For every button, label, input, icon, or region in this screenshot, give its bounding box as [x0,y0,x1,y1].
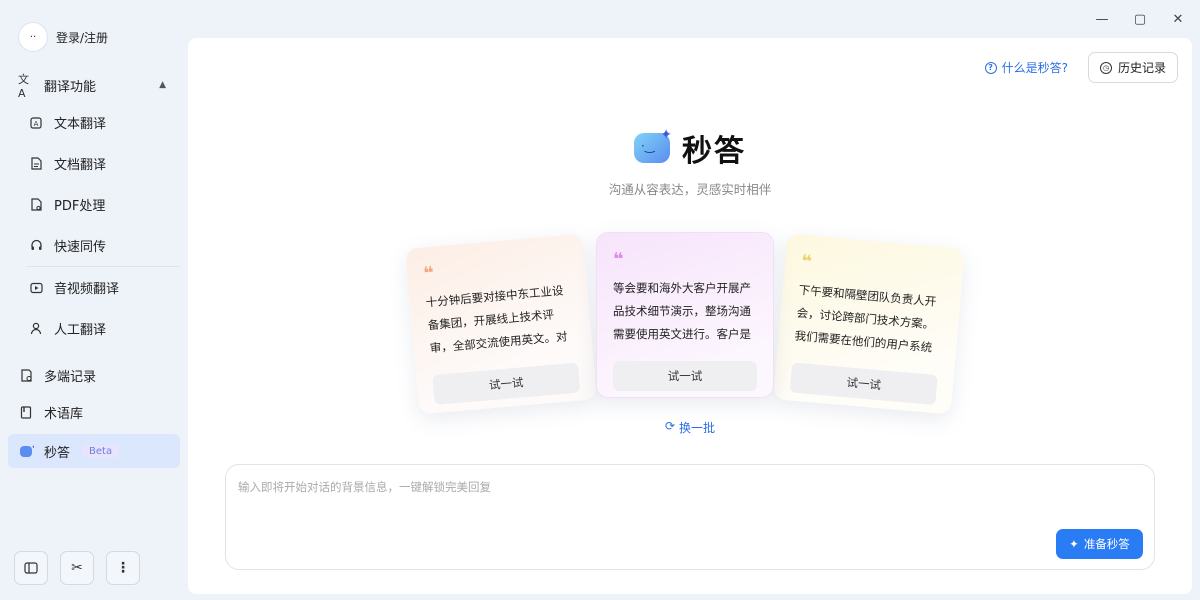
quote-icon: ❝ [422,262,435,285]
headset-icon [28,238,44,254]
refresh-label: 换一批 [679,421,716,435]
maximize-button[interactable]: ▢ [1128,8,1152,30]
try-button[interactable]: 试一试 [613,361,757,391]
sidebar-item-label: 术语库 [44,407,84,422]
hero: 秒答 [188,126,1192,170]
sidebar-item-label: 文本翻译 [54,117,107,132]
top-actions: ? 什么是秒答? ◷ 历史记录 [984,52,1178,83]
sidebar: ·· 登录/注册 文A 翻译功能 ▲ A 文本翻译 文档翻译 PDF处理 快速同… [0,0,188,600]
person-icon [28,321,44,337]
sidebar-item-label: 快速同传 [54,240,107,255]
caret-up-icon[interactable]: ▲ [159,80,166,90]
login-register[interactable]: ·· 登录/注册 [18,22,108,52]
scenario-text: 下午要和隔壁团队负责人开会，讨论跨部门技术方案。我们需要在他们的用户系统基… [793,282,937,364]
sidebar-item-glossary[interactable]: 术语库 [8,394,180,431]
svg-text:A: A [34,120,39,128]
minimize-button[interactable]: — [1090,8,1114,30]
translate-icon: 文A [18,72,29,100]
sidebar-item-simultaneous[interactable]: 快速同传 [8,225,180,266]
sidebar-nav: 文A 翻译功能 ▲ A 文本翻译 文档翻译 PDF处理 快速同传 音视频翻译 人… [8,68,180,468]
quote-icon: ❝ [613,249,624,270]
history-label: 历史记录 [1117,61,1166,75]
main-panel: ? 什么是秒答? ◷ 历史记录 秒答 沟通从容表达，灵感实时相伴 ❝ 十分钟后要… [188,38,1192,594]
text-translate-icon: A [28,115,44,131]
try-button[interactable]: 试一试 [789,362,938,406]
history-button[interactable]: ◷ 历史记录 [1087,52,1178,83]
page-subtitle: 沟通从容表达，灵感实时相伴 [608,182,772,197]
refresh-icon: ⟳ [664,419,676,433]
sidebar-item-human-translate[interactable]: 人工翻译 [8,308,180,349]
video-icon [28,280,44,296]
context-input[interactable] [238,479,1118,519]
miaoda-icon: ✦ [18,443,34,459]
scenario-card: ❝ 下午要和隔壁团队负责人开会，讨论跨部门技术方案。我们需要在他们的用户系统基…… [773,233,965,415]
sidebar-group-label: 翻译功能 [44,79,97,95]
sparkle-icon: ✦ [1069,537,1079,551]
help-icon: ? [984,61,997,74]
pdf-icon [28,197,44,213]
clock-icon: ◷ [1099,61,1112,74]
close-button[interactable]: ✕ [1166,8,1190,30]
sidebar-item-label: PDF处理 [54,199,106,214]
window-controls: — ▢ ✕ [1090,8,1190,30]
scenario-card: ❝ 十分钟后要对接中东工业设备集团，开展线上技术评审，全部交流使用英文。对接人是… [405,233,597,415]
sidebar-item-records[interactable]: 多端记录 [8,357,180,394]
scissors-icon: ✂ [71,560,83,576]
records-icon [18,368,34,384]
toggle-sidebar-button[interactable] [14,551,48,585]
more-vertical-icon: ⋮ [116,560,130,576]
miaoda-logo-icon [634,127,672,163]
sidebar-item-pdf[interactable]: PDF处理 [8,184,180,225]
sidebar-item-miaoda[interactable]: ✦ 秒答 Beta [8,434,180,468]
sidebar-item-text-translate[interactable]: A 文本翻译 [8,102,180,143]
sidebar-bottom-tools: ✂ ⋮ [14,551,140,585]
sidebar-item-label: 秒答 [44,445,71,461]
sidebar-group-translate[interactable]: 文A 翻译功能 ▲ [8,68,180,102]
page-title: 秒答 [682,134,746,169]
sidebar-item-label: 多端记录 [44,370,97,385]
svg-text:✦: ✦ [31,444,34,451]
sidebar-item-label: 文档翻译 [54,158,107,173]
quote-icon: ❝ [800,250,813,273]
context-input-box: ✦ 准备秒答 [225,464,1155,570]
sidebar-item-doc-translate[interactable]: 文档翻译 [8,143,180,184]
prepare-miaoda-label: 准备秒答 [1083,537,1130,551]
what-is-miaoda-link[interactable]: ? 什么是秒答? [984,59,1068,76]
sidebar-item-label: 人工翻译 [54,323,107,338]
refresh-batch-button[interactable]: ⟳ 换一批 [188,419,1192,436]
screenshot-button[interactable]: ✂ [60,551,94,585]
scenario-text: 十分钟后要对接中东工业设备集团，开展线上技术评审，全部交流使用英文。对接人是… [425,283,568,363]
prepare-miaoda-button[interactable]: ✦ 准备秒答 [1056,529,1143,559]
scenario-card: ❝ 等会要和海外大客户开展产品技术细节演示，整场沟通需要使用英文进行。客户是跨境… [596,232,774,398]
sidebar-item-av-translate[interactable]: 音视频翻译 [8,267,180,308]
book-icon [18,405,34,421]
more-button[interactable]: ⋮ [106,551,140,585]
avatar[interactable]: ·· [18,22,48,52]
sidebar-item-label: 音视频翻译 [54,282,120,297]
scenario-text: 等会要和海外大客户开展产品技术细节演示，整场沟通需要使用英文进行。客户是跨境… [613,281,751,341]
try-button[interactable]: 试一试 [432,362,581,406]
doc-translate-icon [28,156,44,172]
beta-badge: Beta [82,444,120,458]
sidebar-toggle-icon [24,562,38,574]
login-label: 登录/注册 [56,30,109,45]
what-is-miaoda-label: 什么是秒答? [1001,61,1068,75]
